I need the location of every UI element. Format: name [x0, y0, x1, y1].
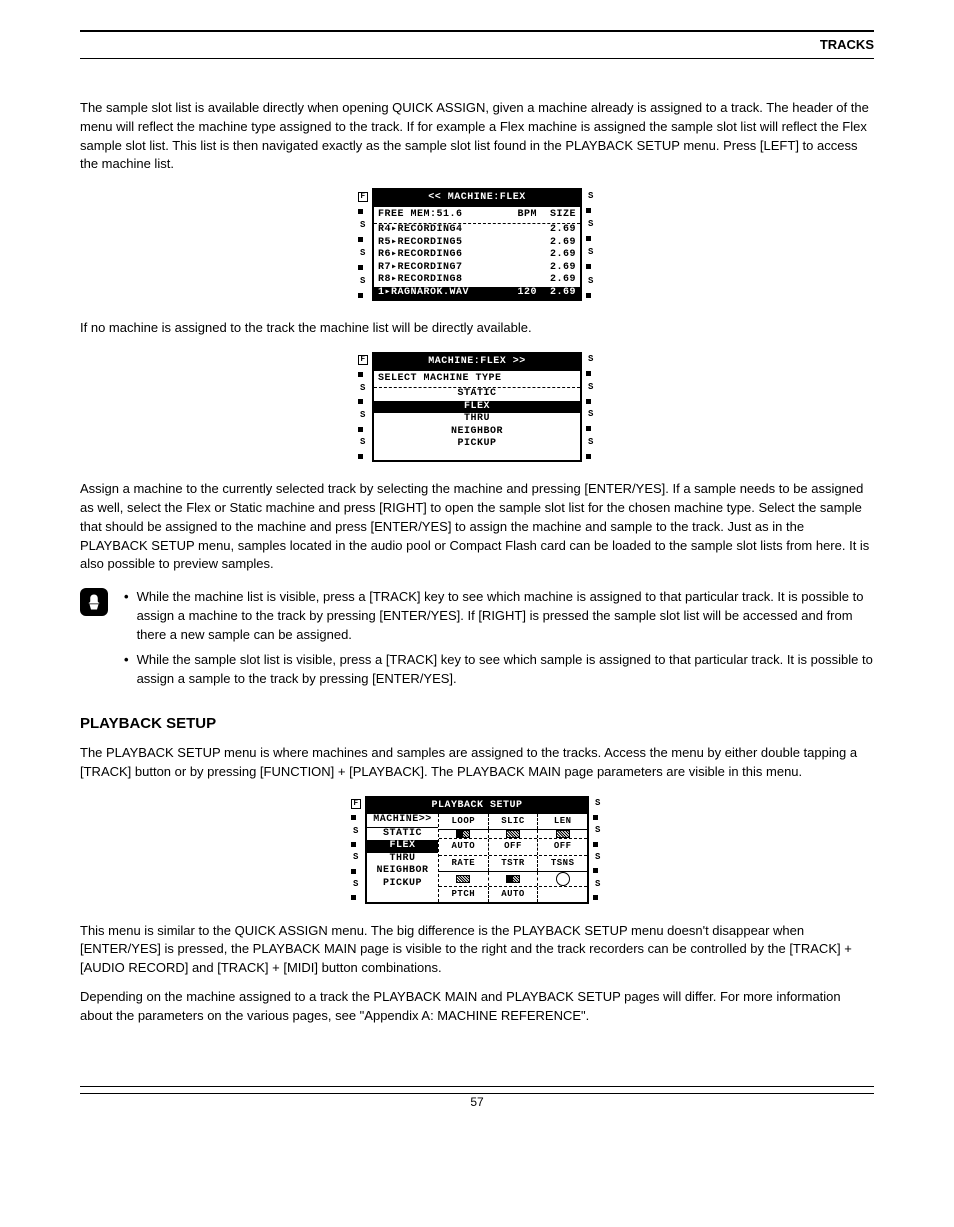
- paragraph-playback-diff: This menu is similar to the QUICK ASSIGN…: [80, 922, 874, 979]
- lcd2-item[interactable]: PICKUP: [374, 438, 580, 451]
- page-header: TRACKS: [80, 36, 874, 55]
- val-off2: OFF: [537, 839, 587, 854]
- lcd1-row[interactable]: R7▸RECORDING7 2.69: [374, 262, 580, 275]
- lcd1-title: << MACHINE:FLEX: [374, 190, 580, 207]
- lcd1-row[interactable]: R4▸RECORDING4 2.69: [374, 224, 580, 237]
- lcd2-item[interactable]: THRU: [374, 413, 580, 426]
- paragraph-assign-machine: Assign a machine to the currently select…: [80, 480, 874, 574]
- lcd3-left-item[interactable]: FLEX: [367, 840, 438, 853]
- note-icon: [80, 588, 108, 616]
- page-number: 57: [470, 1095, 483, 1109]
- lcd1-row[interactable]: R8▸RECORDING8 2.69: [374, 274, 580, 287]
- paragraph-playback-intro: The PLAYBACK SETUP menu is where machine…: [80, 744, 874, 782]
- lcd-sample-slot: F S S S S S S S << MACHINE:FLEX FREE MEM…: [358, 184, 596, 305]
- val-off1: OFF: [488, 839, 538, 854]
- lcd3-title: PLAYBACK SETUP: [367, 798, 587, 815]
- lcd3-left-item[interactable]: STATIC: [367, 828, 438, 841]
- lcd3-machine-header: MACHINE>>: [367, 814, 438, 828]
- paragraph-playback-appendix: Depending on the machine assigned to a t…: [80, 988, 874, 1026]
- param-tstr: TSTR: [488, 856, 538, 871]
- param-slic: SLIC: [488, 814, 538, 829]
- section-playback-setup: PLAYBACK SETUP: [80, 713, 874, 735]
- lcd2-title: MACHINE:FLEX >>: [374, 354, 580, 371]
- param-rate: RATE: [439, 856, 488, 871]
- param-ptch: PTCH: [439, 887, 488, 902]
- lcd2-subtitle: SELECT MACHINE TYPE: [378, 372, 502, 387]
- lcd-playback-setup: F S S S S S S S PLAYBACK SETUP MACHINE>>…: [351, 792, 603, 908]
- lcd2-item[interactable]: FLEX: [374, 401, 580, 414]
- page-footer: 57: [80, 1086, 874, 1111]
- val-auto2: AUTO: [488, 887, 538, 902]
- param-tsns: TSNS: [537, 856, 587, 871]
- paragraph-quick-assign-intro: The sample slot list is available direct…: [80, 99, 874, 174]
- lcd1-row[interactable]: R5▸RECORDING5 2.69: [374, 237, 580, 250]
- param-loop: LOOP: [439, 814, 488, 829]
- lcd2-item[interactable]: NEIGHBOR: [374, 426, 580, 439]
- lcd3-left-item[interactable]: NEIGHBOR: [367, 865, 438, 878]
- lcd-machine-list: F S S S S S S S MACHINE:FLEX >> SELECT M…: [358, 348, 596, 466]
- lcd3-left-item[interactable]: THRU: [367, 853, 438, 866]
- param-len: LEN: [537, 814, 587, 829]
- note-bullet-2: While the sample slot list is visible, p…: [137, 651, 874, 689]
- lcd3-left-item[interactable]: PICKUP: [367, 878, 438, 891]
- paragraph-machine-list-intro: If no machine is assigned to the track t…: [80, 319, 874, 338]
- lcd1-row[interactable]: R6▸RECORDING6 2.69: [374, 249, 580, 262]
- lcd1-selected-row[interactable]: 1▸RAGNAROK.WAV 120 2.69: [374, 287, 580, 300]
- lcd2-item[interactable]: STATIC: [374, 388, 580, 401]
- note-bullet-1: While the machine list is visible, press…: [137, 588, 874, 645]
- lcd1-mem: FREE MEM:51.6: [378, 208, 463, 223]
- val-auto: AUTO: [439, 839, 488, 854]
- tsns-dial[interactable]: [556, 872, 570, 886]
